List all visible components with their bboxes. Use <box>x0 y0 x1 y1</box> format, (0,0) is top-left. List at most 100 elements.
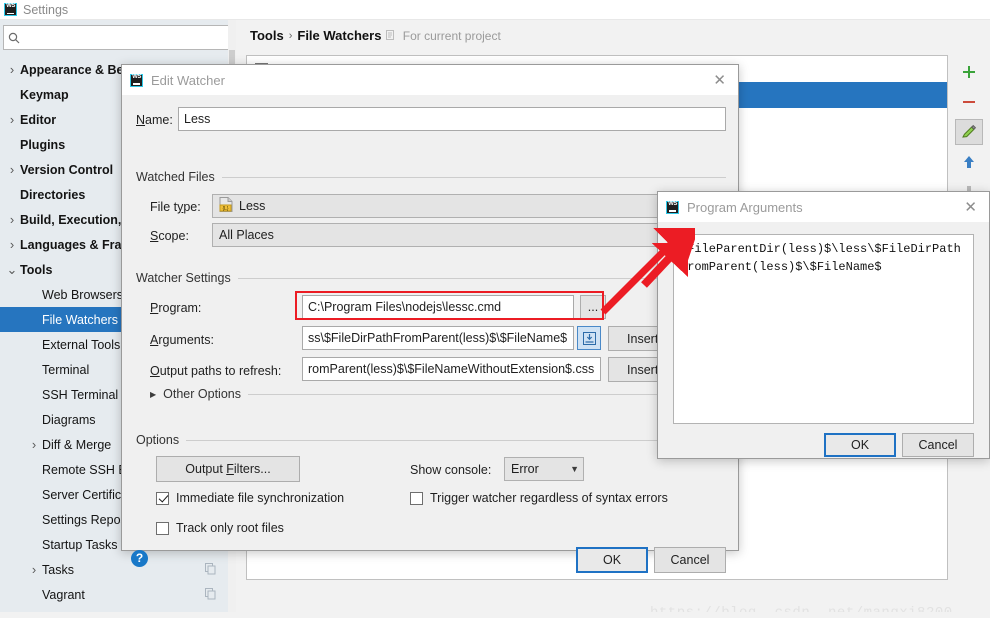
search-input[interactable] <box>24 27 230 48</box>
scope-note: For current project <box>386 28 501 43</box>
sidebar-item-label: SSH Terminal <box>42 387 119 402</box>
immediate-file-sync-label: Immediate file synchronization <box>176 491 345 505</box>
show-console-value: Error <box>511 462 539 476</box>
sidebar-item-label: File Watchers <box>42 312 118 327</box>
checkbox-box[interactable] <box>156 491 169 505</box>
watcher-settings-group: Watcher Settings <box>136 271 726 285</box>
sidebar-item-label: Tools <box>20 262 53 277</box>
chevron-right-icon[interactable]: › <box>26 563 42 576</box>
sidebar-item-label: Diagrams <box>42 412 96 427</box>
program-arguments-ok-button[interactable]: OK <box>824 433 896 457</box>
sidebar-item-label: External Tools <box>42 337 121 352</box>
trigger-regardless-checkbox[interactable]: Trigger watcher regardless of syntax err… <box>410 491 668 505</box>
breadcrumb-separator: › <box>288 29 293 42</box>
copy-icon[interactable] <box>205 588 216 603</box>
webstorm-logo-icon <box>130 73 143 87</box>
close-icon[interactable]: ✕ <box>707 71 732 89</box>
file-type-value: Less <box>239 199 266 213</box>
arguments-field[interactable]: ss\$FileDirPathFromParent(less)$\$FileNa… <box>302 326 574 350</box>
chevron-right-icon[interactable]: › <box>4 113 20 126</box>
edit-watcher-cancel-button[interactable]: Cancel <box>654 547 726 573</box>
breadcrumb-current: File Watchers <box>297 28 382 43</box>
other-options-label: Other Options <box>163 387 241 401</box>
sidebar-item-tasks[interactable]: › Tasks <box>0 557 228 582</box>
window-title: Settings <box>23 2 69 17</box>
search-icon <box>4 26 24 49</box>
breadcrumb-parent[interactable]: Tools <box>250 28 284 43</box>
window-bottom-strip <box>0 612 990 618</box>
help-icon[interactable]: ? <box>131 550 148 567</box>
edit-watcher-titlebar: Edit Watcher ✕ <box>122 65 738 95</box>
scope-combo[interactable]: All Places ▼ <box>212 223 726 247</box>
watched-files-group: Watched Files <box>136 170 726 184</box>
program-arguments-cancel-button[interactable]: Cancel <box>902 433 974 457</box>
sidebar-item-label: Web Browsers <box>42 287 124 302</box>
immediate-file-sync-checkbox[interactable]: Immediate file synchronization <box>156 491 344 505</box>
chevron-down-icon[interactable]: ▼ <box>570 464 579 474</box>
group-divider <box>237 277 726 279</box>
output-filters-label: Output Filters... <box>185 462 271 476</box>
edit-pencil-icon[interactable] <box>955 119 983 145</box>
sidebar-item-label: Tasks <box>42 562 74 577</box>
name-label: Name: <box>136 113 173 127</box>
chevron-right-icon[interactable]: › <box>4 238 20 251</box>
program-browse-button[interactable]: ... <box>580 295 606 319</box>
edit-watcher-ok-button[interactable]: OK <box>576 547 648 573</box>
output-paths-field[interactable]: romParent(less)$\$FileNameWithoutExtensi… <box>302 357 601 381</box>
chevron-right-icon[interactable]: ▶ <box>150 390 156 399</box>
remove-icon[interactable] <box>955 89 983 115</box>
less-file-icon: {L} <box>219 197 233 215</box>
breadcrumb: Tools › File Watchers For current projec… <box>250 28 501 43</box>
options-group: Options <box>136 433 726 447</box>
options-label: Options <box>136 433 180 447</box>
checkbox-box[interactable] <box>410 491 423 505</box>
search-box[interactable] <box>3 25 231 50</box>
add-icon[interactable] <box>955 59 983 85</box>
program-arguments-titlebar: Program Arguments ✕ <box>658 192 989 222</box>
other-options-group[interactable]: ▶ Other Options <box>150 387 726 401</box>
chevron-right-icon[interactable]: › <box>4 213 20 226</box>
watched-files-label: Watched Files <box>136 170 215 184</box>
sidebar-item-label: Terminal <box>42 362 90 377</box>
watcher-settings-label: Watcher Settings <box>136 271 231 285</box>
group-divider <box>221 176 726 178</box>
chevron-right-icon[interactable]: › <box>4 63 20 76</box>
name-field[interactable]: Less <box>178 107 726 131</box>
sidebar-item-label: Vagrant <box>42 587 85 602</box>
scope-label: Scope: <box>150 229 189 243</box>
copy-icon[interactable] <box>205 563 216 578</box>
arguments-label: Arguments: <box>150 333 214 347</box>
chevron-down-icon[interactable]: ⌄ <box>4 263 20 276</box>
program-arguments-textarea[interactable]: $FileParentDir(less)$\less\$FileDirPathF… <box>673 234 974 424</box>
project-scope-icon <box>386 29 399 43</box>
chevron-right-icon[interactable]: › <box>4 163 20 176</box>
checkbox-box[interactable] <box>156 521 169 535</box>
close-icon[interactable]: ✕ <box>958 198 983 216</box>
program-label: Program: <box>150 301 202 315</box>
file-type-combo[interactable]: {L} Less ▼ <box>212 194 726 218</box>
sidebar-item-label: Keymap <box>20 87 69 102</box>
svg-text:{L}: {L} <box>222 206 228 212</box>
group-divider <box>247 393 726 395</box>
show-console-combo[interactable]: Error ▼ <box>504 457 584 481</box>
sidebar-item-label: Diff & Merge <box>42 437 112 452</box>
settings-titlebar: Settings <box>0 0 990 20</box>
expand-editor-icon[interactable] <box>577 326 601 350</box>
sidebar-item-label: Plugins <box>20 137 66 152</box>
program-arguments-dialog: Program Arguments ✕ $FileParentDir(less)… <box>657 191 990 459</box>
webstorm-logo-icon <box>4 3 17 16</box>
output-paths-label: Output paths to refresh: <box>150 364 282 378</box>
chevron-right-icon[interactable]: › <box>26 438 42 451</box>
webstorm-logo-icon <box>666 200 679 214</box>
program-field[interactable]: C:\Program Files\nodejs\lessc.cmd <box>302 295 574 319</box>
output-filters-button[interactable]: Output Filters... <box>156 456 300 482</box>
track-only-root-files-checkbox[interactable]: Track only root files <box>156 521 284 535</box>
sidebar-item-label: Editor <box>20 112 57 127</box>
sidebar-item-label: Startup Tasks <box>42 537 118 552</box>
move-up-icon[interactable] <box>955 149 983 175</box>
edit-watcher-dialog: Edit Watcher ✕ Name: Less Watched Files … <box>121 64 739 573</box>
sidebar-item-vagrant[interactable]: Vagrant <box>0 582 228 607</box>
trigger-regardless-label: Trigger watcher regardless of syntax err… <box>430 491 668 505</box>
scope-value: All Places <box>219 228 274 242</box>
scope-note-text: For current project <box>402 28 501 43</box>
